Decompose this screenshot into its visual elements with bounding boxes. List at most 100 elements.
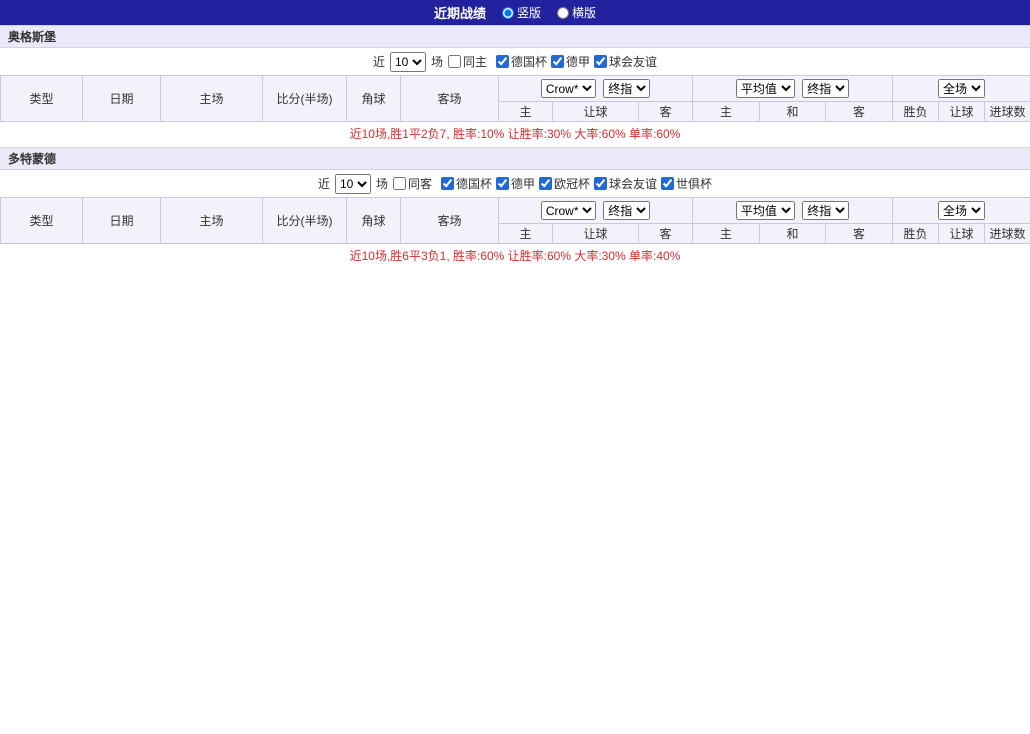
competition-filter[interactable]: 球会友谊 [594, 53, 657, 70]
euro-source-select[interactable]: 平均值 [735, 79, 795, 98]
euro-stage-select[interactable]: 终指 [802, 79, 850, 98]
recent-label: 近 [372, 55, 385, 69]
competition-label: 德甲 [566, 55, 591, 69]
competition-filter[interactable]: 欧冠杯 [539, 175, 590, 192]
same-venue-filter[interactable]: 同主 [447, 53, 487, 70]
competition-label: 欧冠杯 [554, 177, 591, 191]
subcol-asian-away: 客 [637, 101, 694, 122]
competition-label: 德国杯 [511, 55, 548, 69]
euro-odds-group-header: 平均值 终指 [692, 75, 894, 102]
competition-filter[interactable]: 德甲 [496, 175, 535, 192]
competition-filters: 德国杯 德甲 欧冠杯 球会友谊 世俱杯 [437, 175, 712, 192]
topbar: 近期战绩 竖版 横版 [0, 0, 1030, 25]
subcol-result-handicap: 让球 [938, 101, 986, 122]
competition-filter[interactable]: 德甲 [551, 53, 590, 70]
col-header-type: 类型 [0, 75, 83, 122]
results-table: 类型 日期 主场 比分(半场) 角球 客场 Crow* 终指 平均值 终指 全场 [0, 197, 1030, 244]
same-venue-label: 同主 [462, 55, 487, 69]
odds-stage-select[interactable]: 终指 [603, 79, 651, 98]
subcol-asian-away: 客 [637, 223, 694, 244]
match-count-select[interactable]: 10 [334, 173, 371, 194]
competition-label: 球会友谊 [609, 177, 658, 191]
col-header-home: 主场 [160, 75, 263, 122]
competition-checkbox[interactable] [594, 177, 608, 190]
competition-checkbox[interactable] [594, 55, 608, 68]
subcol-euro-draw: 和 [759, 101, 827, 122]
subcol-result-goals: 进球数 [984, 223, 1030, 244]
same-venue-checkbox[interactable] [447, 55, 461, 68]
subcol-euro-home: 主 [692, 101, 761, 122]
competition-filter[interactable]: 世俱杯 [661, 175, 712, 192]
result-scope-select[interactable]: 全场 [938, 79, 986, 98]
competition-checkbox[interactable] [661, 177, 675, 190]
col-header-corners: 角球 [346, 75, 401, 122]
euro-stage-select[interactable]: 终指 [802, 201, 850, 220]
col-header-corners: 角球 [346, 197, 401, 244]
match-count-select[interactable]: 10 [389, 51, 426, 72]
subcol-asian-home: 主 [498, 101, 553, 122]
subcol-euro-home: 主 [692, 223, 761, 244]
subcol-result-outcome: 胜负 [892, 101, 940, 122]
recent-label: 近 [317, 177, 330, 191]
subcol-result-outcome: 胜负 [892, 223, 940, 244]
euro-odds-group-header: 平均值 终指 [692, 197, 894, 224]
competition-checkbox[interactable] [496, 177, 509, 190]
subcol-euro-away: 客 [825, 101, 894, 122]
view-option-horizontal[interactable]: 横版 [557, 4, 596, 21]
competition-label: 世俱杯 [676, 177, 713, 191]
col-header-date: 日期 [82, 75, 161, 122]
col-header-type: 类型 [0, 197, 83, 244]
section-augsburg: 奥格斯堡 近 10 场 同主 德国杯 德甲 球会友谊 类型 日期 主场 比分(半场)… [0, 25, 1030, 147]
col-header-home: 主场 [160, 197, 263, 244]
col-header-score: 比分(半场) [262, 75, 347, 122]
competition-filters: 德国杯 德甲 球会友谊 [492, 53, 657, 70]
competition-filter[interactable]: 德国杯 [496, 53, 547, 70]
subcol-asian-home: 主 [498, 223, 553, 244]
subcol-asian-line: 让球 [552, 101, 639, 122]
section-dortmund: 多特蒙德 近 10 场 同客 德国杯 德甲 欧冠杯 球会友谊 世俱杯 类型 日期 主场 … [0, 147, 1030, 269]
competition-checkbox[interactable] [539, 177, 553, 190]
summary-line: 近10场,胜6平3负1, 胜率:60% 让胜率:60% 大率:30% 单率:40… [349, 249, 681, 263]
subcol-euro-away: 客 [825, 223, 894, 244]
results-table: 类型 日期 主场 比分(半场) 角球 客场 Crow* 终指 平均值 终指 全场 [0, 75, 1030, 122]
competition-checkbox[interactable] [551, 55, 565, 68]
horizontal-view-label: 横版 [572, 6, 597, 20]
team-name-header: 奥格斯堡 [0, 25, 1030, 48]
vertical-view-radio[interactable] [501, 6, 514, 19]
competition-filter[interactable]: 德国杯 [440, 175, 492, 192]
col-header-score: 比分(半场) [262, 197, 347, 244]
col-header-date: 日期 [82, 197, 161, 244]
odds-company-select[interactable]: Crow* [540, 201, 596, 220]
same-venue-label: 同客 [407, 177, 432, 191]
subcol-euro-draw: 和 [759, 223, 827, 244]
view-option-vertical[interactable]: 竖版 [501, 4, 541, 21]
asian-odds-group-header: Crow* 终指 [497, 197, 694, 224]
same-venue-checkbox[interactable] [392, 177, 406, 190]
result-group-header: 全场 [892, 75, 1030, 102]
col-header-away: 客场 [400, 75, 499, 122]
odds-stage-select[interactable]: 终指 [603, 201, 651, 220]
matches-label: 场 [430, 55, 443, 69]
competition-checkbox[interactable] [440, 177, 454, 190]
same-venue-filter[interactable]: 同客 [392, 175, 432, 192]
vertical-view-label: 竖版 [516, 6, 541, 20]
result-group-header: 全场 [892, 197, 1030, 224]
page-title: 近期战绩 [433, 6, 486, 21]
competition-label: 德甲 [511, 177, 536, 191]
horizontal-view-radio[interactable] [557, 6, 569, 19]
euro-source-select[interactable]: 平均值 [735, 201, 795, 220]
filter-bar: 近 10 场 同主 德国杯 德甲 球会友谊 [0, 48, 1030, 75]
summary-line: 近10场,胜1平2负7, 胜率:10% 让胜率:30% 大率:60% 单率:60… [349, 127, 681, 141]
matches-label: 场 [375, 177, 388, 191]
competition-label: 德国杯 [455, 177, 492, 191]
competition-checkbox[interactable] [496, 55, 509, 68]
competition-filter[interactable]: 球会友谊 [594, 175, 657, 192]
subcol-result-goals: 进球数 [984, 101, 1030, 122]
asian-odds-group-header: Crow* 终指 [497, 75, 694, 102]
result-scope-select[interactable]: 全场 [938, 201, 986, 220]
team-name-header: 多特蒙德 [0, 147, 1030, 170]
subcol-asian-line: 让球 [552, 223, 639, 244]
odds-company-select[interactable]: Crow* [540, 79, 596, 98]
competition-label: 球会友谊 [609, 55, 658, 69]
col-header-away: 客场 [400, 197, 499, 244]
